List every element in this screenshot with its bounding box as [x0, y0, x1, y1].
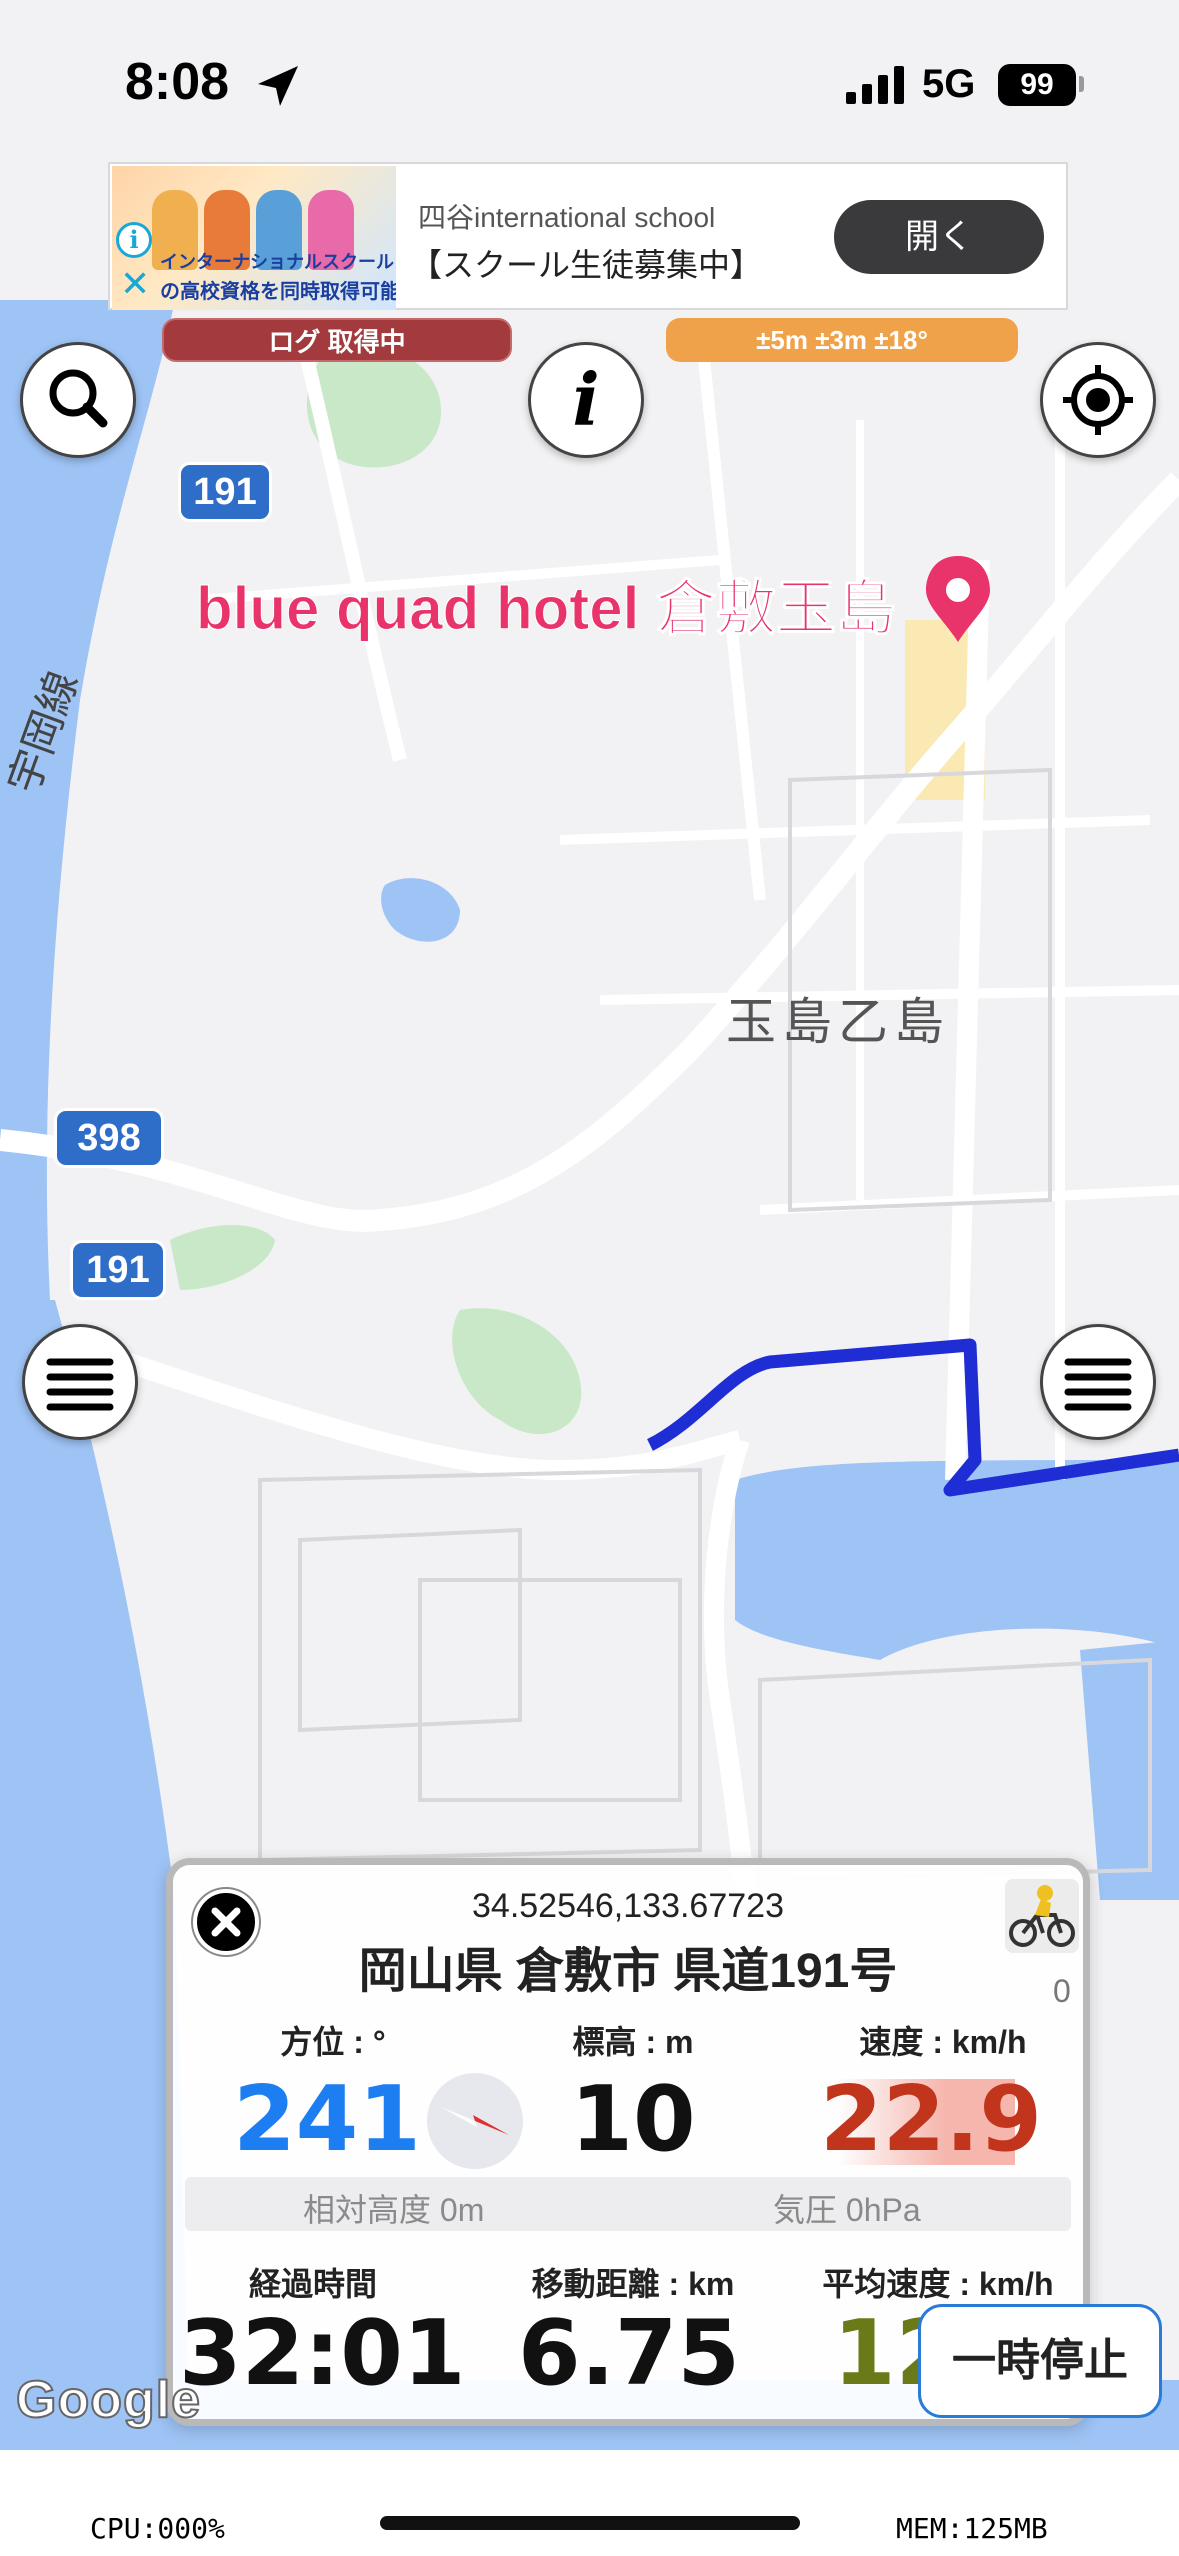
cyclist-icon	[1009, 1885, 1075, 1947]
road-shield-191-bottom: 191	[70, 1240, 166, 1300]
hamburger-icon	[46, 1358, 114, 1411]
activity-button[interactable]	[1005, 1879, 1079, 1953]
accuracy-badge: ±5m ±3m ±18°	[666, 318, 1018, 362]
ad-image-text-1: インターナショナルスクール	[160, 252, 394, 272]
pause-button[interactable]: 一時停止	[918, 2304, 1162, 2418]
signal-icon	[846, 66, 904, 104]
google-logo[interactable]: Google	[15, 2370, 201, 2430]
battery-tip	[1079, 76, 1084, 92]
network-type: 5G	[922, 62, 976, 106]
ad-subtitle: 【スクール生徒募集中】	[410, 247, 763, 283]
status-time: 8:08	[125, 53, 230, 111]
left-menu-button[interactable]	[22, 1324, 138, 1440]
ad-close-icon[interactable]: ✕	[120, 266, 150, 302]
road-shield-398: 398	[54, 1108, 164, 1168]
right-menu-button[interactable]	[1040, 1324, 1156, 1440]
ad-info-icon[interactable]: i	[116, 222, 152, 258]
bearing-label: 方位 : °	[280, 2024, 386, 2060]
crosshair-icon	[1063, 365, 1133, 435]
elevation-label: 標高 : m	[572, 2024, 694, 2060]
area-label: 玉島乙島	[726, 994, 950, 1050]
ad-banner[interactable]: インターナショナルスクール の高校資格を同時取得可能 i ✕ 四谷interna…	[108, 162, 1068, 310]
ad-image-text-2: の高校資格を同時取得可能	[160, 281, 396, 303]
ad-title: 四谷international school	[418, 202, 716, 233]
activity-count: 0	[1053, 1973, 1071, 2009]
my-location-button[interactable]	[1040, 342, 1156, 458]
poi-label-hotel[interactable]: blue quad hotel 倉敷玉島	[196, 560, 897, 647]
info-icon: i	[572, 357, 599, 442]
sensor-row: 相対高度 0m 気圧 0hPa	[185, 2177, 1071, 2231]
hamburger-icon	[1064, 1358, 1132, 1411]
road-shield-191-top: 191	[178, 462, 272, 522]
elapsed-label: 経過時間	[248, 2266, 377, 2302]
address: 岡山県 倉敷市 県道191号	[358, 1945, 898, 1998]
search-button[interactable]	[20, 342, 136, 458]
battery-icon: 99	[998, 64, 1076, 106]
location-arrow-icon	[258, 66, 298, 106]
info-button[interactable]: i	[528, 342, 644, 458]
relative-altitude: 相対高度 0m	[303, 2192, 485, 2228]
home-indicator[interactable]	[380, 2516, 800, 2530]
status-bar: 8:08 5G 99	[0, 0, 1179, 160]
coordinates: 34.52546,133.67723	[472, 1887, 784, 1925]
memory-usage: MEM:125MB	[896, 2512, 1048, 2545]
elevation-value: 10	[570, 2067, 696, 2172]
pressure: 気圧 0hPa	[773, 2192, 921, 2228]
search-icon	[49, 369, 108, 428]
elapsed-value: 32:01	[179, 2301, 466, 2406]
cpu-usage: CPU:000%	[90, 2512, 225, 2545]
bearing-value: 241	[233, 2067, 421, 2172]
distance-label: 移動距離 : km	[531, 2266, 735, 2302]
distance-value: 6.75	[517, 2301, 741, 2406]
speed-label: 速度 : km/h	[859, 2024, 1027, 2060]
ad-image[interactable]: インターナショナルスクール の高校資格を同時取得可能	[112, 166, 396, 310]
ad-open-button[interactable]: 開く	[834, 200, 1044, 274]
speed-value: 22.9	[819, 2067, 1043, 2172]
svg-text:i: i	[572, 357, 599, 442]
compass-icon	[427, 2073, 523, 2169]
avg-speed-label: 平均速度 : km/h	[822, 2266, 1054, 2302]
log-status-badge: ログ 取得中	[162, 318, 512, 362]
